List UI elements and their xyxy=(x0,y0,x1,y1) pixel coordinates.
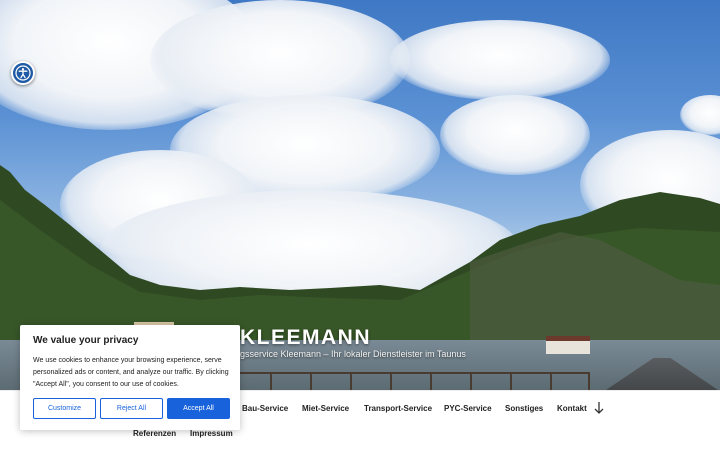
customize-button[interactable]: Customize xyxy=(33,398,96,419)
nav-item-miet-service[interactable]: Miet-Service xyxy=(302,404,349,413)
accept-all-button[interactable]: Accept All xyxy=(167,398,230,419)
site-tagline: gsservice Kleemann – Ihr lokaler Dienstl… xyxy=(240,349,466,359)
nav-item-sonstiges[interactable]: Sonstiges xyxy=(505,404,543,413)
arrow-down-icon[interactable] xyxy=(593,401,605,415)
nav-item-bau-service[interactable]: Bau-Service xyxy=(242,404,288,413)
nav-item-pyc-service[interactable]: PYC-Service xyxy=(444,404,492,413)
site-title[interactable]: KLEEMANN xyxy=(240,326,371,350)
nav-item-transport-service[interactable]: Transport-Service xyxy=(364,404,432,413)
cookie-consent-banner: We value your privacy We use cookies to … xyxy=(20,325,240,430)
nav-item-referenzen[interactable]: Referenzen xyxy=(133,429,176,438)
cookie-text: We use cookies to enhance your browsing … xyxy=(33,357,229,388)
cookie-button-group: Customize Reject All Accept All xyxy=(33,398,230,419)
accessibility-button[interactable] xyxy=(11,61,35,85)
cookie-title: We value your privacy xyxy=(33,335,139,346)
page: KLEEMANN gsservice Kleemann – Ihr lokale… xyxy=(0,0,720,450)
nav-item-kontakt[interactable]: Kontakt xyxy=(557,404,587,413)
reject-all-button[interactable]: Reject All xyxy=(100,398,163,419)
nav-item-impressum[interactable]: Impressum xyxy=(190,429,233,438)
accessibility-icon xyxy=(15,65,31,81)
